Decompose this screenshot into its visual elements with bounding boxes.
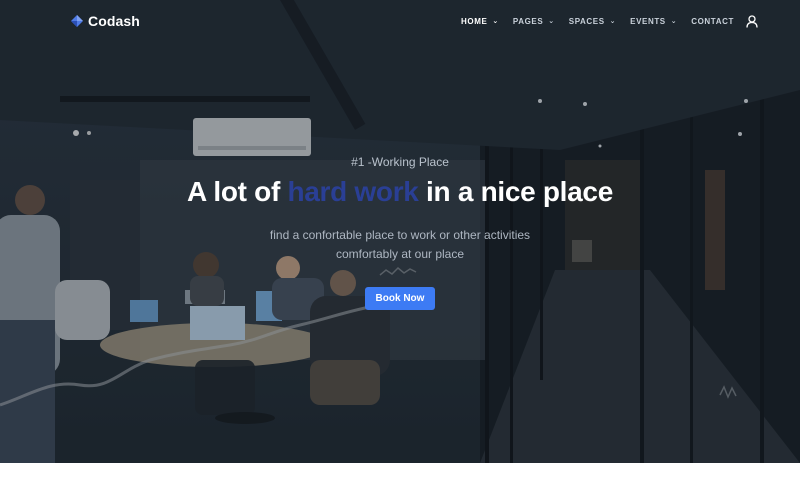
headline-part: in a nice place xyxy=(418,176,613,207)
hero-section: Codash HOME ⌄ PAGES ⌄ SPACES ⌄ EVENTS ⌄ … xyxy=(0,0,800,463)
headline-part: A lot of xyxy=(187,176,288,207)
nav-item-spaces[interactable]: SPACES ⌄ xyxy=(569,17,616,26)
hero-headline: A lot of hard work in a nice place xyxy=(0,176,800,208)
hero-eyebrow: #1 -Working Place xyxy=(351,155,449,169)
chevron-down-icon: ⌄ xyxy=(492,17,499,25)
nav-item-home[interactable]: HOME ⌄ xyxy=(461,17,499,26)
chevron-down-icon: ⌄ xyxy=(670,17,678,25)
user-icon[interactable] xyxy=(746,15,758,28)
book-now-button[interactable]: Book Now xyxy=(365,287,435,310)
headline-accent: hard work xyxy=(287,176,419,207)
nav-item-label: SPACES xyxy=(568,17,605,26)
nav-item-label: EVENTS xyxy=(630,17,666,26)
brand-logo[interactable]: Codash xyxy=(70,13,140,29)
chevron-down-icon: ⌄ xyxy=(548,17,555,25)
nav-item-contact[interactable]: CONTACT xyxy=(691,17,734,26)
diamond-logo-icon xyxy=(71,15,83,27)
nav-item-events[interactable]: EVENTS ⌄ xyxy=(630,17,677,26)
brand-name: Codash xyxy=(88,13,140,29)
hero-subtext-line: comfortably at our place xyxy=(335,247,465,261)
nav-item-label: PAGES xyxy=(512,17,544,26)
nav-item-pages[interactable]: PAGES ⌄ xyxy=(513,17,555,26)
nav-menu: HOME ⌄ PAGES ⌄ SPACES ⌄ EVENTS ⌄ CONTACT xyxy=(461,15,758,28)
top-navbar: Codash HOME ⌄ PAGES ⌄ SPACES ⌄ EVENTS ⌄ … xyxy=(0,0,800,44)
chevron-down-icon: ⌄ xyxy=(609,17,617,25)
nav-item-label: CONTACT xyxy=(691,17,734,26)
hero-subtext: find a confortable place to work or othe… xyxy=(250,226,550,264)
hero-subtext-line: find a confortable place to work or othe… xyxy=(269,228,531,242)
nav-item-label: HOME xyxy=(461,17,488,26)
